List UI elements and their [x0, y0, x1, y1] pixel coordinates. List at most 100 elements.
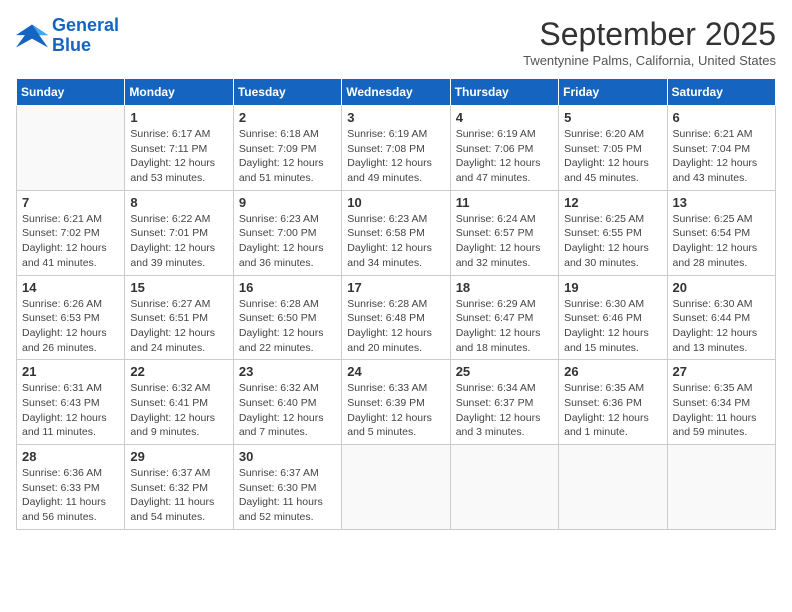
- cell-info: Sunrise: 6:36 AMSunset: 6:33 PMDaylight:…: [22, 466, 119, 525]
- cell-info: Sunrise: 6:29 AMSunset: 6:47 PMDaylight:…: [456, 297, 553, 356]
- weekday-header-tuesday: Tuesday: [233, 79, 341, 106]
- cell-info: Sunrise: 6:33 AMSunset: 6:39 PMDaylight:…: [347, 381, 444, 440]
- day-number: 22: [130, 364, 227, 379]
- weekday-header-wednesday: Wednesday: [342, 79, 450, 106]
- cell-info: Sunrise: 6:34 AMSunset: 6:37 PMDaylight:…: [456, 381, 553, 440]
- calendar-week-4: 28Sunrise: 6:36 AMSunset: 6:33 PMDayligh…: [17, 445, 776, 530]
- calendar-cell: 5 Sunrise: 6:20 AMSunset: 7:05 PMDaylight…: [559, 106, 667, 191]
- day-number: 14: [22, 280, 119, 295]
- day-number: 9: [239, 195, 336, 210]
- logo: General Blue: [16, 16, 119, 56]
- title-block: September 2025 Twentynine Palms, Califor…: [523, 16, 776, 68]
- cell-info: Sunrise: 6:24 AMSunset: 6:57 PMDaylight:…: [456, 212, 553, 271]
- calendar-cell: 23 Sunrise: 6:32 AMSunset: 6:40 PMDayligh…: [233, 360, 341, 445]
- calendar-week-1: 7Sunrise: 6:21 AMSunset: 7:02 PMDaylight…: [17, 190, 776, 275]
- day-number: 7: [22, 195, 119, 210]
- cell-info: Sunrise: 6:32 AMSunset: 6:41 PMDaylight:…: [130, 381, 227, 440]
- weekday-header-row: SundayMondayTuesdayWednesdayThursdayFrid…: [17, 79, 776, 106]
- day-number: 4: [456, 110, 553, 125]
- calendar-cell: 12Sunrise: 6:25 AMSunset: 6:55 PMDayligh…: [559, 190, 667, 275]
- cell-info: Sunrise: 6:37 AMSunset: 6:30 PMDaylight:…: [239, 466, 336, 525]
- cell-info: Sunrise: 6:19 AMSunset: 7:06 PMDaylight:…: [456, 127, 553, 186]
- cell-info: Sunrise: 6:25 AMSunset: 6:54 PMDaylight:…: [673, 212, 770, 271]
- calendar-cell: 29 Sunrise: 6:37 AMSunset: 6:32 PMDayligh…: [125, 445, 233, 530]
- day-number: 11: [456, 195, 553, 210]
- cell-info: Sunrise: 6:22 AMSunset: 7:01 PMDaylight:…: [130, 212, 227, 271]
- calendar-cell: 27 Sunrise: 6:35 AMSunset: 6:34 PMDayligh…: [667, 360, 775, 445]
- calendar-table: SundayMondayTuesdayWednesdayThursdayFrid…: [16, 78, 776, 530]
- calendar-cell: 25 Sunrise: 6:34 AMSunset: 6:37 PMDayligh…: [450, 360, 558, 445]
- day-number: 16: [239, 280, 336, 295]
- day-number: 26: [564, 364, 661, 379]
- cell-info: Sunrise: 6:30 AMSunset: 6:44 PMDaylight:…: [673, 297, 770, 356]
- calendar-cell: 16 Sunrise: 6:28 AMSunset: 6:50 PMDayligh…: [233, 275, 341, 360]
- cell-info: Sunrise: 6:23 AMSunset: 6:58 PMDaylight:…: [347, 212, 444, 271]
- calendar-cell: 11 Sunrise: 6:24 AMSunset: 6:57 PMDayligh…: [450, 190, 558, 275]
- location: Twentynine Palms, California, United Sta…: [523, 53, 776, 68]
- logo-icon: [16, 22, 48, 50]
- day-number: 21: [22, 364, 119, 379]
- calendar-cell: 10 Sunrise: 6:23 AMSunset: 6:58 PMDayligh…: [342, 190, 450, 275]
- calendar-header: SundayMondayTuesdayWednesdayThursdayFrid…: [17, 79, 776, 106]
- day-number: 5: [564, 110, 661, 125]
- cell-info: Sunrise: 6:17 AMSunset: 7:11 PMDaylight:…: [130, 127, 227, 186]
- day-number: 30: [239, 449, 336, 464]
- cell-info: Sunrise: 6:26 AMSunset: 6:53 PMDaylight:…: [22, 297, 119, 356]
- calendar-cell: 3 Sunrise: 6:19 AMSunset: 7:08 PMDaylight…: [342, 106, 450, 191]
- cell-info: Sunrise: 6:37 AMSunset: 6:32 PMDaylight:…: [130, 466, 227, 525]
- day-number: 6: [673, 110, 770, 125]
- calendar-week-0: 1 Sunrise: 6:17 AMSunset: 7:11 PMDaylight…: [17, 106, 776, 191]
- day-number: 29: [130, 449, 227, 464]
- cell-info: Sunrise: 6:23 AMSunset: 7:00 PMDaylight:…: [239, 212, 336, 271]
- calendar-cell: [667, 445, 775, 530]
- day-number: 25: [456, 364, 553, 379]
- day-number: 3: [347, 110, 444, 125]
- day-number: 8: [130, 195, 227, 210]
- cell-info: Sunrise: 6:32 AMSunset: 6:40 PMDaylight:…: [239, 381, 336, 440]
- cell-info: Sunrise: 6:27 AMSunset: 6:51 PMDaylight:…: [130, 297, 227, 356]
- calendar-cell: 20 Sunrise: 6:30 AMSunset: 6:44 PMDayligh…: [667, 275, 775, 360]
- calendar-cell: 2Sunrise: 6:18 AMSunset: 7:09 PMDaylight…: [233, 106, 341, 191]
- weekday-header-saturday: Saturday: [667, 79, 775, 106]
- calendar-cell: 24 Sunrise: 6:33 AMSunset: 6:39 PMDayligh…: [342, 360, 450, 445]
- weekday-header-thursday: Thursday: [450, 79, 558, 106]
- day-number: 19: [564, 280, 661, 295]
- day-number: 24: [347, 364, 444, 379]
- calendar-body: 1 Sunrise: 6:17 AMSunset: 7:11 PMDaylight…: [17, 106, 776, 530]
- logo-text: General Blue: [52, 16, 119, 56]
- cell-info: Sunrise: 6:35 AMSunset: 6:34 PMDaylight:…: [673, 381, 770, 440]
- calendar-cell: 18 Sunrise: 6:29 AMSunset: 6:47 PMDayligh…: [450, 275, 558, 360]
- day-number: 13: [673, 195, 770, 210]
- calendar-cell: 9 Sunrise: 6:23 AMSunset: 7:00 PMDaylight…: [233, 190, 341, 275]
- day-number: 27: [673, 364, 770, 379]
- day-number: 10: [347, 195, 444, 210]
- day-number: 17: [347, 280, 444, 295]
- calendar-cell: 21 Sunrise: 6:31 AMSunset: 6:43 PMDayligh…: [17, 360, 125, 445]
- calendar-cell: 8 Sunrise: 6:22 AMSunset: 7:01 PMDaylight…: [125, 190, 233, 275]
- cell-info: Sunrise: 6:19 AMSunset: 7:08 PMDaylight:…: [347, 127, 444, 186]
- calendar-cell: 4 Sunrise: 6:19 AMSunset: 7:06 PMDaylight…: [450, 106, 558, 191]
- cell-info: Sunrise: 6:28 AMSunset: 6:50 PMDaylight:…: [239, 297, 336, 356]
- calendar-cell: 22 Sunrise: 6:32 AMSunset: 6:41 PMDayligh…: [125, 360, 233, 445]
- calendar-cell: 14 Sunrise: 6:26 AMSunset: 6:53 PMDayligh…: [17, 275, 125, 360]
- day-number: 20: [673, 280, 770, 295]
- cell-info: Sunrise: 6:25 AMSunset: 6:55 PMDaylight:…: [564, 212, 661, 271]
- calendar-cell: 26Sunrise: 6:35 AMSunset: 6:36 PMDayligh…: [559, 360, 667, 445]
- cell-info: Sunrise: 6:18 AMSunset: 7:09 PMDaylight:…: [239, 127, 336, 186]
- day-number: 18: [456, 280, 553, 295]
- weekday-header-sunday: Sunday: [17, 79, 125, 106]
- day-number: 15: [130, 280, 227, 295]
- weekday-header-monday: Monday: [125, 79, 233, 106]
- cell-info: Sunrise: 6:31 AMSunset: 6:43 PMDaylight:…: [22, 381, 119, 440]
- day-number: 1: [130, 110, 227, 125]
- cell-info: Sunrise: 6:30 AMSunset: 6:46 PMDaylight:…: [564, 297, 661, 356]
- calendar-cell: 17 Sunrise: 6:28 AMSunset: 6:48 PMDayligh…: [342, 275, 450, 360]
- cell-info: Sunrise: 6:20 AMSunset: 7:05 PMDaylight:…: [564, 127, 661, 186]
- cell-info: Sunrise: 6:21 AMSunset: 7:04 PMDaylight:…: [673, 127, 770, 186]
- calendar-cell: 13 Sunrise: 6:25 AMSunset: 6:54 PMDayligh…: [667, 190, 775, 275]
- day-number: 23: [239, 364, 336, 379]
- month-title: September 2025: [523, 16, 776, 53]
- calendar-cell: [342, 445, 450, 530]
- calendar-cell: 19 Sunrise: 6:30 AMSunset: 6:46 PMDayligh…: [559, 275, 667, 360]
- cell-info: Sunrise: 6:28 AMSunset: 6:48 PMDaylight:…: [347, 297, 444, 356]
